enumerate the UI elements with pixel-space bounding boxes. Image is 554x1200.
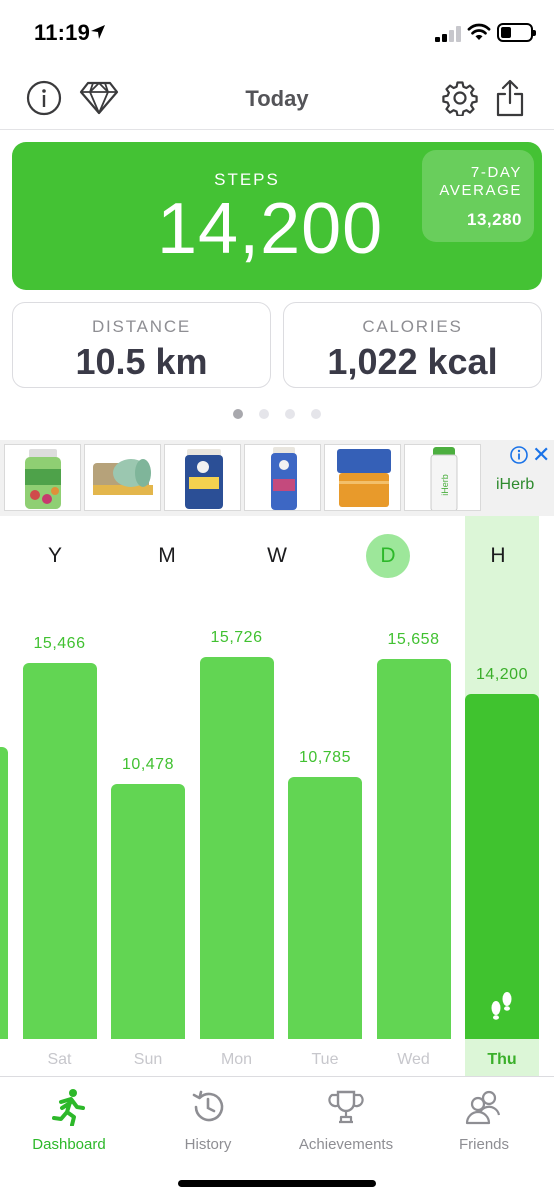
bar-fri[interactable] [0,747,8,1039]
bar-value-label: 15,466 [33,635,86,653]
bar-value-label: 10,478 [122,756,174,774]
bar-thu[interactable] [465,693,539,1039]
bar-sun[interactable] [111,784,185,1039]
tab-label: Dashboard [32,1136,106,1153]
day-label: Tue [311,1051,339,1068]
average-label-line2: AVERAGE [439,182,522,199]
battery-icon [497,23,536,42]
calories-label: CALORIES [362,317,463,336]
shaker-bottle-image: iHerb [430,447,458,510]
nav-bar: Today [0,66,554,130]
day-label: Sun [133,1051,163,1068]
distance-label: DISTANCE [91,317,192,336]
ad-product-puffs[interactable] [244,444,321,511]
page-dot[interactable] [311,409,321,419]
runner-icon [9,1087,129,1127]
ad-close-icon[interactable]: ✕ [532,442,550,468]
calories-card[interactable]: CALORIES 1,022 kcal [283,302,542,388]
calories-value: 1,022 kcal [327,341,498,382]
day-label: Sat [47,1051,72,1068]
share-button[interactable] [490,78,530,118]
average-label-line1: 7-DAY [470,164,522,181]
status-time: 11:19 [34,20,91,45]
bar-sat[interactable] [22,663,97,1039]
tab-label: History [184,1136,232,1153]
location-arrow-icon [91,25,105,39]
steps-card[interactable]: STEPS 14,200 7-DAY AVERAGE 13,280 [12,142,542,290]
tab-dashboard[interactable]: Dashboard [9,1087,129,1153]
page-indicator[interactable] [0,409,554,419]
ad-banner[interactable]: iHerb ✕ iHerb [0,440,554,516]
bar-value-label: 15,658 [387,630,440,648]
puffs-canister-image [271,447,297,510]
ad-product-shaker[interactable]: iHerb [404,444,481,511]
page-dot[interactable] [285,409,295,419]
cereal-canister-image [185,449,223,509]
bar-value-label: 14,200 [476,665,528,683]
steps-chart[interactable]: Y M W D H 15,466 Sat 10,478 Sun 15,726 Mon 10,785 T… [0,516,554,1076]
footprints-icon [491,992,512,1020]
bar-tue[interactable] [288,776,362,1039]
seven-day-average-box: 7-DAY AVERAGE 13,280 [422,150,534,242]
share-icon [496,79,524,117]
friends-icon [424,1087,544,1127]
home-indicator [178,1180,376,1187]
settings-button[interactable] [440,78,480,118]
ad-product-baby-food[interactable] [324,444,401,511]
page-dot[interactable] [259,409,269,419]
range-tab-w[interactable]: W [255,534,299,578]
vitamin-bottle-image [25,449,61,509]
steps-value: 14,200 [157,189,384,269]
distance-card[interactable]: DISTANCE 10.5 km [12,302,271,388]
bar-wed[interactable] [376,658,451,1039]
wifi-icon [467,23,491,40]
cellular-signal-icon [435,26,461,42]
status-bar: 11:19 [0,0,554,66]
page-dot[interactable] [233,409,243,419]
gear-icon [442,81,478,116]
ad-product-gummies[interactable] [4,444,81,511]
bar-value-label: 10,785 [299,748,351,766]
tab-label: Achievements [298,1136,394,1153]
ad-brand-label: iHerb [496,476,535,493]
ad-product-cereal[interactable] [164,444,241,511]
day-label: Wed [397,1051,430,1068]
average-value: 13,280 [467,210,522,229]
range-tab-d[interactable]: D [366,534,410,578]
day-label: Thu [487,1051,517,1068]
bar-value-label: 15,726 [210,628,263,646]
range-tab-y[interactable]: Y [33,534,77,578]
ad-info-icon[interactable] [510,446,528,464]
bar-mon[interactable] [199,656,274,1039]
trophy-icon [286,1087,406,1127]
baby-food-image [337,449,391,507]
svg-text:iHerb: iHerb [440,474,450,496]
ad-product-foam-roller[interactable] [84,444,161,511]
range-tab-m[interactable]: M [145,534,189,578]
tab-history[interactable]: History [148,1087,268,1153]
day-label: Mon [220,1051,253,1068]
foam-roller-image [93,459,153,495]
history-icon [148,1087,268,1127]
tab-label: Friends [458,1136,510,1153]
tab-friends[interactable]: Friends [424,1087,544,1153]
range-tab-h[interactable]: H [476,534,520,578]
distance-value: 10.5 km [75,341,208,382]
tab-achievements[interactable]: Achievements [286,1087,406,1153]
